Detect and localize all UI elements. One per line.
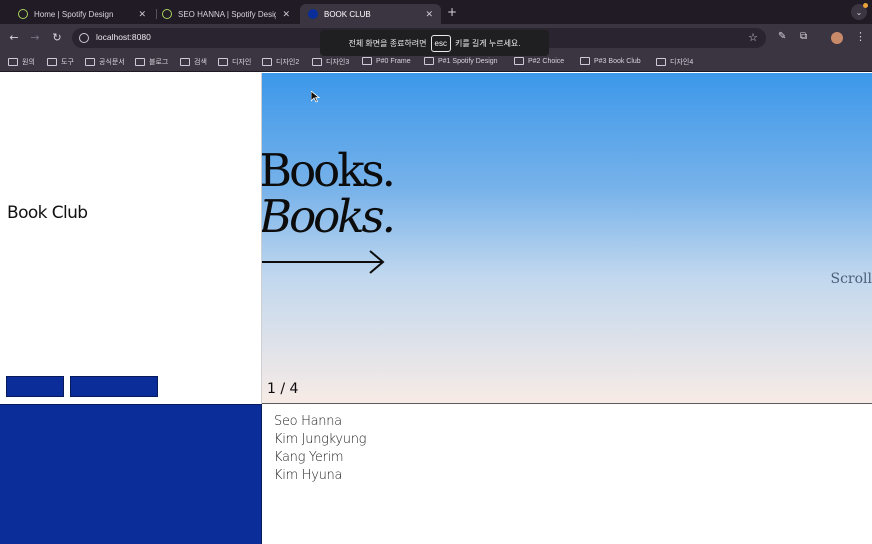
bookmark-folder[interactable]: 디자인: [218, 57, 251, 67]
nav-block-button[interactable]: [6, 376, 64, 397]
tab-book-club[interactable]: BOOK CLUB ✕: [300, 4, 441, 24]
esc-key-badge: esc: [430, 34, 451, 52]
bookmark-folder[interactable]: 공식문서: [85, 57, 125, 67]
arrow-right-icon[interactable]: [262, 249, 386, 279]
close-icon[interactable]: ✕: [425, 9, 433, 20]
folder-icon: [262, 58, 272, 66]
folder-icon: [312, 58, 322, 66]
folder-icon: [8, 58, 18, 66]
site-title: Book Club: [7, 203, 88, 223]
bookmark-folder[interactable]: 디자인2: [262, 57, 299, 67]
bookmark-folder[interactable]: 디자인4: [656, 57, 693, 67]
bookmark-folder[interactable]: P#1 Spotify Design: [424, 57, 498, 65]
member-name: Kang Yerim: [274, 450, 344, 465]
page-content: Book Club Books. Books. Scroll 1 / 4 Seo…: [0, 73, 872, 544]
folder-icon: [424, 57, 434, 65]
bookmark-star-icon[interactable]: ☆: [748, 31, 758, 44]
tab-strip: Home | Spotify Design ✕ SEO HANNA | Spot…: [0, 0, 872, 24]
bookmark-folder[interactable]: P#2 Choice: [514, 57, 564, 65]
hero-slider: Books. Books. Scroll 1 / 4: [262, 73, 872, 404]
member-name: Kim Jungkyung: [274, 432, 367, 447]
profile-avatar[interactable]: [831, 32, 843, 44]
blue-panel: [0, 404, 262, 544]
tab-home-spotify-design[interactable]: Home | Spotify Design ✕: [10, 4, 154, 24]
spotify-icon: [18, 9, 28, 19]
bookmark-folder[interactable]: P#0 Frame: [362, 57, 411, 65]
hero-heading: Books.: [262, 144, 396, 197]
tab-seo-hanna[interactable]: SEO HANNA | Spotify Design ✕: [154, 4, 298, 24]
fullscreen-exit-notice: 전체 화면을 종료하려면 esc 키를 길게 누르세요.: [320, 30, 549, 56]
folder-icon: [85, 58, 95, 66]
tab-label: BOOK CLUB: [324, 9, 371, 19]
folder-icon: [218, 58, 228, 66]
bookmark-folder[interactable]: P#3 Book Club: [580, 57, 641, 65]
folder-icon: [362, 57, 372, 65]
notice-text-before: 전체 화면을 종료하려면: [348, 38, 427, 48]
member-name: Seo Hanna: [274, 414, 342, 429]
tab-search-button[interactable]: ⌄: [851, 3, 868, 20]
close-icon[interactable]: ✕: [138, 9, 146, 20]
bookmark-folder[interactable]: 검색: [180, 57, 207, 67]
folder-icon: [135, 58, 145, 66]
spotify-icon: [162, 9, 172, 19]
bookclub-icon: [308, 9, 318, 19]
folder-icon: [580, 57, 590, 65]
folder-icon: [656, 58, 666, 66]
folder-icon: [514, 57, 524, 65]
notice-text-after: 키를 길게 누르세요.: [454, 38, 521, 48]
mouse-cursor-icon: [311, 91, 320, 103]
back-icon[interactable]: ←: [7, 30, 21, 44]
bookmark-folder[interactable]: 원의: [8, 57, 35, 67]
chevron-down-icon: ⌄: [855, 7, 863, 17]
bookmark-folder[interactable]: 디자인3: [312, 57, 349, 67]
slide-counter: 1 / 4: [267, 381, 299, 397]
left-panel: Book Club: [0, 73, 262, 404]
tab-label: SEO HANNA | Spotify Design: [178, 9, 277, 19]
folder-icon: [47, 58, 57, 66]
member-list: Seo Hanna Kim Jungkyung Kang Yerim Kim H…: [274, 413, 366, 485]
folder-icon: [180, 58, 190, 66]
member-name: Kim Hyuna: [274, 468, 343, 483]
reload-icon[interactable]: ↻: [50, 30, 64, 44]
new-tab-icon[interactable]: +: [447, 5, 457, 19]
bookmark-folder[interactable]: 블로그: [135, 57, 168, 67]
close-icon[interactable]: ✕: [282, 9, 290, 20]
notification-dot: [863, 3, 868, 8]
nav-block-button[interactable]: [70, 376, 158, 397]
forward-icon[interactable]: →: [28, 30, 42, 44]
hero-heading-italic: Books.: [262, 190, 396, 243]
menu-icon[interactable]: ⋮: [855, 30, 866, 43]
site-info-icon[interactable]: [79, 33, 89, 43]
bookmark-folder[interactable]: 도구: [47, 57, 74, 67]
url-text: localhost:8080: [96, 32, 151, 42]
scroll-label: Scroll: [830, 271, 872, 287]
tab-label: Home | Spotify Design: [34, 9, 114, 19]
pen-icon[interactable]: ✎: [778, 31, 786, 42]
extensions-icon[interactable]: ⧉: [800, 31, 807, 42]
